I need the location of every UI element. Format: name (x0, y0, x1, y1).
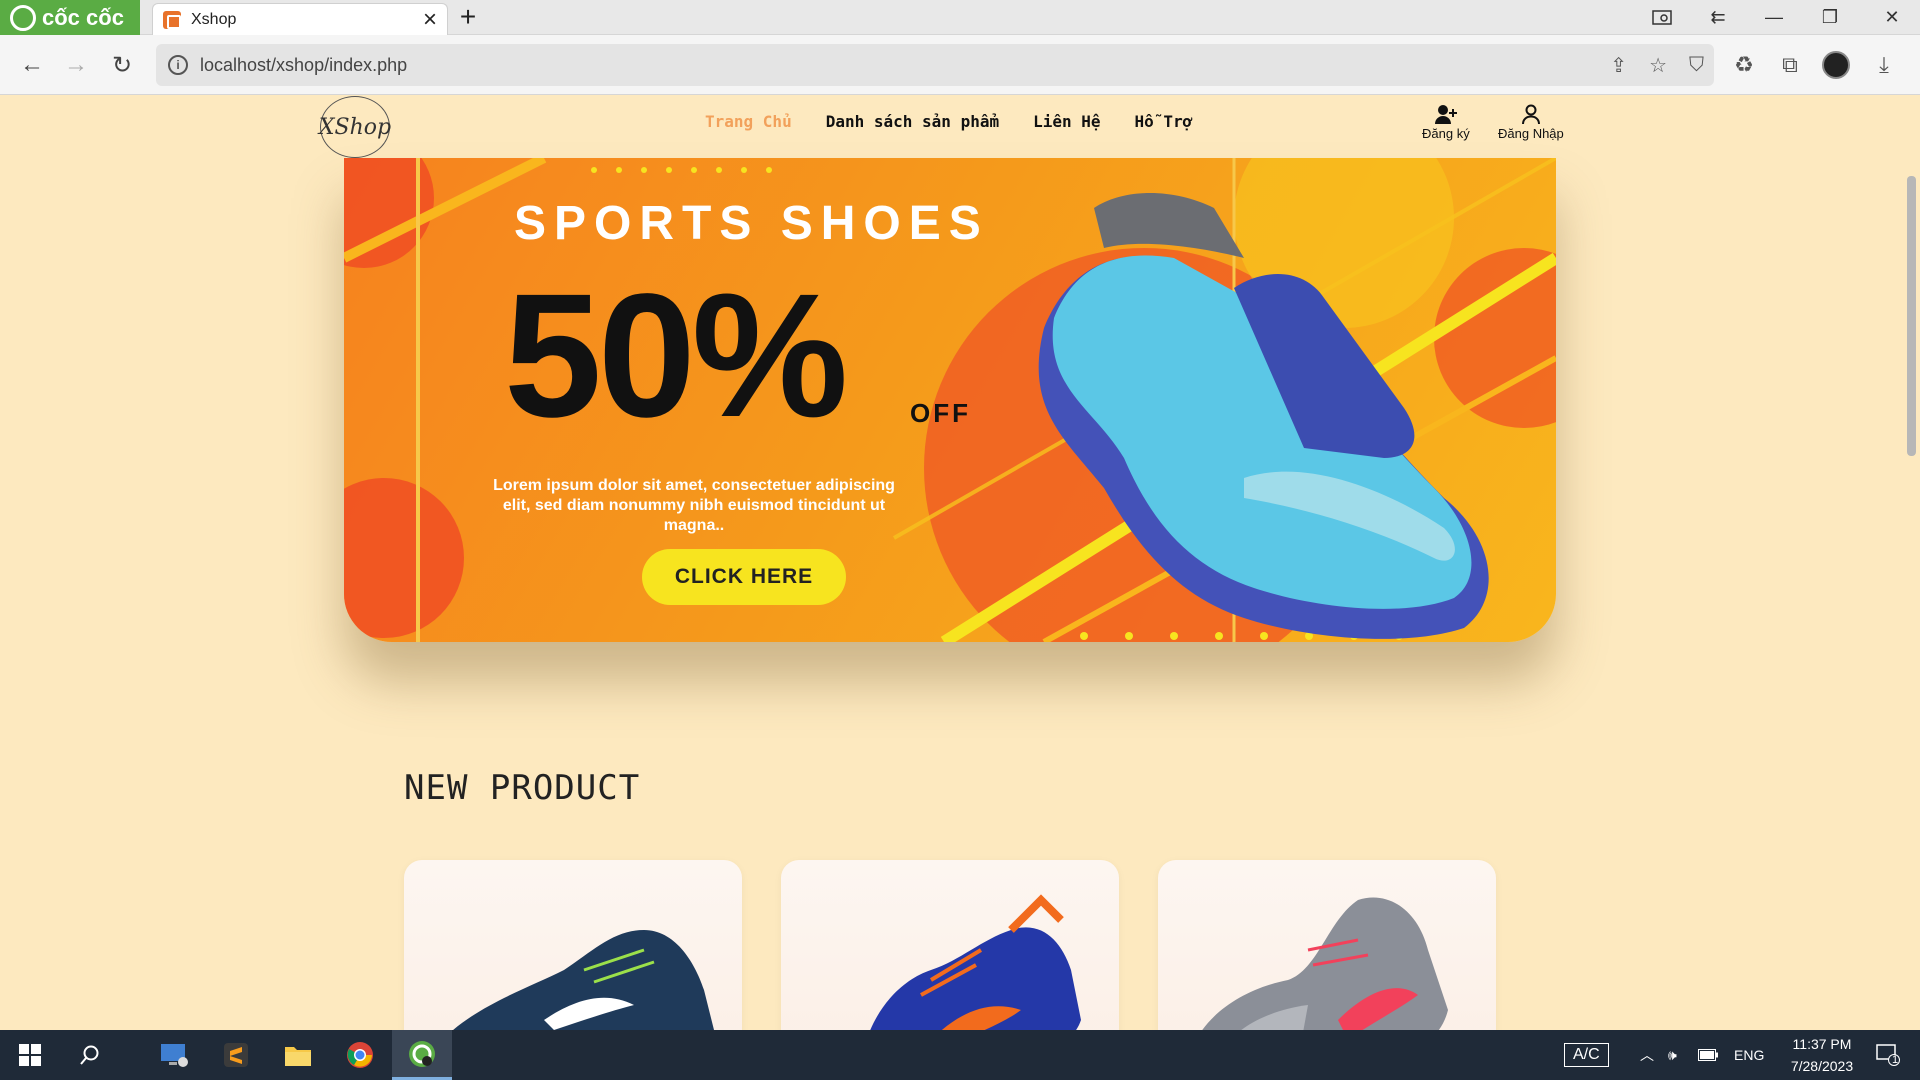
nav-support[interactable]: Hỗ Trợ (1135, 112, 1193, 131)
tab-title: Xshop (191, 10, 237, 28)
battery-icon[interactable] (1698, 1030, 1718, 1080)
profile-avatar[interactable] (1818, 47, 1854, 83)
product-image-shoe-blue-green (453, 930, 714, 1030)
back-button[interactable]: ← (12, 45, 52, 85)
remote-desktop-icon[interactable] (146, 1030, 202, 1080)
recycle-icon[interactable]: ♻ (1726, 47, 1762, 83)
tray-chevron-icon[interactable]: ︿ (1640, 1030, 1654, 1080)
avatar-image (1822, 51, 1850, 79)
banner-title: SPORTS SHOES (514, 197, 989, 250)
site-logo[interactable]: XShop (319, 96, 391, 158)
input-mode-label: A/C (1564, 1043, 1609, 1067)
windows-logo-icon (19, 1044, 41, 1066)
promo-banner[interactable]: SPORTS SHOES 50% OFF Lorem ipsum dolor s… (344, 158, 1556, 642)
nav-home[interactable]: Trang Chủ (705, 112, 792, 131)
coccoc-brand-button[interactable]: cốc cốc (0, 0, 140, 35)
minimize-button[interactable]: — (1746, 0, 1802, 35)
user-icon (1521, 104, 1540, 125)
sublime-text-icon[interactable] (208, 1030, 264, 1080)
main-nav: Trang Chủ Danh sách sản phẩm Liên Hệ Hỗ … (705, 112, 1192, 131)
extensions-icon[interactable]: ⧉ (1772, 47, 1808, 83)
login-link[interactable]: Đăng Nhập (1498, 104, 1564, 141)
clock-date: 7/28/2023 (1790, 1058, 1854, 1074)
browser-tab-bar: cốc cốc Xshop × + ⇇ — ❐ ✕ (0, 0, 1920, 35)
banner-discount: 50% (504, 258, 848, 454)
product-card[interactable] (404, 860, 742, 1030)
coccoc-taskbar-icon[interactable] (392, 1030, 452, 1080)
register-link[interactable]: Đăng ký (1422, 104, 1470, 141)
input-mode-indicator[interactable]: A/C (1564, 1030, 1609, 1080)
close-window-button[interactable]: ✕ (1864, 0, 1920, 35)
nav-products[interactable]: Danh sách sản phẩm (826, 112, 999, 131)
coccoc-logo-icon (10, 4, 36, 31)
brand-label: cốc cốc (42, 4, 124, 30)
forward-button[interactable]: → (56, 45, 96, 85)
file-explorer-icon[interactable] (270, 1030, 326, 1080)
product-image-shoe-blue-orange (870, 894, 1081, 1030)
reload-button[interactable]: ↻ (102, 45, 142, 85)
start-button[interactable] (2, 1030, 58, 1080)
chrome-icon[interactable] (332, 1030, 388, 1080)
new-tab-button[interactable]: + (454, 3, 482, 31)
clock-time: 11:37 PM (1792, 1036, 1852, 1052)
notification-count: 1 (1892, 1054, 1899, 1066)
section-title: NEW PRODUCT (404, 768, 641, 808)
page-viewport: XShop Trang Chủ Danh sách sản phẩm Liên … (0, 96, 1920, 1030)
tab-search-icon[interactable] (1634, 0, 1690, 35)
banner-off-label: OFF (910, 398, 971, 428)
clock[interactable]: 11:37 PM 7/28/2023 (1772, 1030, 1872, 1080)
banner-click-here-button[interactable]: CLICK HERE (642, 549, 846, 605)
search-icon[interactable] (62, 1030, 118, 1080)
scrollbar-thumb[interactable] (1907, 176, 1916, 456)
tab-actions-icon[interactable]: ⇇ (1690, 0, 1746, 35)
restore-button[interactable]: ❐ (1802, 0, 1858, 35)
language-indicator[interactable]: ENG (1734, 1030, 1764, 1080)
site-info-icon[interactable]: i (168, 55, 188, 75)
download-icon[interactable]: ⤓ (1866, 47, 1902, 83)
browser-toolbar: ← → ↻ i localhost/xshop/index.php ⇪ ☆ ⛉ … (0, 35, 1920, 95)
share-icon[interactable]: ⇪ (1610, 53, 1627, 78)
nav-contact[interactable]: Liên Hệ (1033, 112, 1100, 131)
url-text: localhost/xshop/index.php (200, 54, 408, 75)
shield-icon[interactable]: ⛉ (1689, 54, 1704, 77)
browser-tab[interactable]: Xshop × (152, 3, 448, 35)
page-scrollbar[interactable] (1903, 96, 1920, 1030)
register-label: Đăng ký (1422, 126, 1470, 141)
address-bar[interactable]: i localhost/xshop/index.php ⇪ ☆ ⛉ (156, 44, 1714, 86)
tab-close-icon[interactable]: × (423, 7, 437, 32)
banner-description: Lorem ipsum dolor sit amet, consectetuer… (493, 477, 895, 534)
add-user-icon (1434, 105, 1457, 124)
volume-icon[interactable]: 🕪 (1668, 1030, 1677, 1080)
tab-favicon-icon (163, 10, 181, 29)
login-label: Đăng Nhập (1498, 126, 1564, 141)
product-image-shoe-grey-pink (1202, 897, 1448, 1030)
product-card[interactable] (781, 860, 1119, 1030)
notification-center-icon[interactable]: 1 (1868, 1030, 1908, 1080)
windows-taskbar: A/C ︿ 🕪 ENG 11:37 PM 7/28/2023 1 (0, 1030, 1920, 1080)
site-header: XShop Trang Chủ Danh sách sản phẩm Liên … (0, 96, 1903, 158)
product-card[interactable] (1158, 860, 1496, 1030)
bookmark-star-icon[interactable]: ☆ (1649, 53, 1667, 78)
